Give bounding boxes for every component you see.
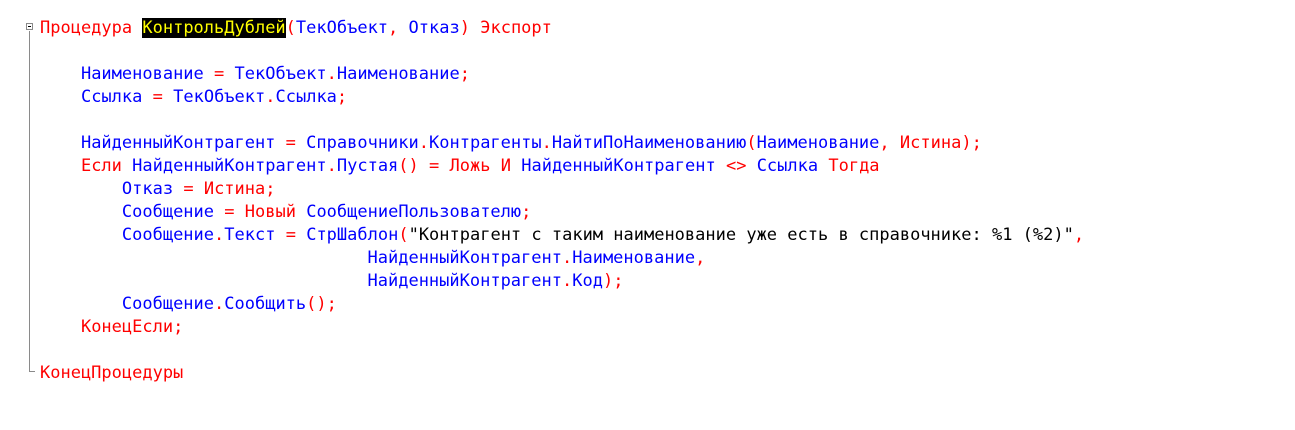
paren-open: ( xyxy=(285,18,296,38)
method-soobshchit: Сообщить xyxy=(224,294,307,314)
fold-end-marker xyxy=(29,371,35,372)
code-line-arg-kod[interactable]: НайденныйКонтрагент.Код); xyxy=(40,271,624,291)
code-line-procedure-header[interactable]: Процедура КонтрольДублей(ТекОбъект, Отка… xyxy=(40,18,552,38)
comma: , xyxy=(695,248,706,268)
keyword-and: И xyxy=(500,156,511,176)
operator-eq: = xyxy=(429,156,440,176)
dot: . xyxy=(265,87,276,107)
method-nayti-po-naimenovaniyu: НайтиПоНаименованию xyxy=(551,133,747,153)
dot: . xyxy=(561,271,573,291)
semicolon: ; xyxy=(971,133,982,153)
param-tekobject: ТекОбъект xyxy=(295,18,389,38)
var-otkaz: Отказ xyxy=(121,179,174,199)
obj-naydenny-kontragent: НайденныйКонтрагент xyxy=(132,156,327,176)
dot: . xyxy=(326,156,337,176)
value-istina: Истина xyxy=(203,179,266,199)
operator-eq: = xyxy=(285,133,296,153)
arg-istina: Истина xyxy=(899,133,962,153)
dot: . xyxy=(214,225,225,245)
parens: () xyxy=(398,156,419,176)
code-line-otkaz[interactable]: Отказ = Истина; xyxy=(40,179,276,199)
code-line-ssylka[interactable]: Ссылка = ТекОбъект.Ссылка; xyxy=(40,87,347,107)
paren-close: ) xyxy=(602,271,614,291)
operator-eq: = xyxy=(285,225,296,245)
dot: . xyxy=(418,133,430,153)
keyword-then: Тогда xyxy=(828,156,880,176)
semicolon: ; xyxy=(336,87,348,107)
keyword-export: Экспорт xyxy=(480,18,552,38)
comma: , xyxy=(879,133,890,153)
comma: , xyxy=(388,18,399,38)
obj-naydenny-kontragent: НайденныйКонтрагент xyxy=(367,271,562,291)
keyword-endif: КонецЕсли xyxy=(80,317,174,337)
dot: . xyxy=(561,248,573,268)
collapse-minus-icon[interactable] xyxy=(26,23,33,30)
keyword-new: Новый xyxy=(244,202,296,222)
type-soobshchenie-polzovatelyu: СообщениеПользователю xyxy=(306,202,522,222)
operator-eq: = xyxy=(152,87,163,107)
code-line-arg-naimenovanie[interactable]: НайденныйКонтрагент.Наименование, xyxy=(40,248,706,268)
operator-neq: <> xyxy=(725,156,747,176)
semicolon: ; xyxy=(521,202,532,222)
keyword-endprocedure: КонецПроцедуры xyxy=(40,363,184,383)
var-naydenny-kontragent: НайденныйКонтрагент xyxy=(80,133,276,153)
fold-guide-line xyxy=(29,31,30,372)
func-str-shablon: СтрШаблон xyxy=(306,225,399,245)
paren-open: ( xyxy=(398,225,409,245)
keyword-procedure: Процедура xyxy=(40,18,133,38)
code-line-endprocedure[interactable]: КонецПроцедуры xyxy=(40,363,183,383)
string-literal: "Контрагент с таким наименование уже ест… xyxy=(408,225,1074,245)
procedure-name-highlighted: КонтрольДублей xyxy=(142,18,286,38)
paren-close: ) xyxy=(961,133,972,153)
code-line-endif[interactable]: КонецЕсли; xyxy=(40,317,183,337)
comma: , xyxy=(1073,225,1085,245)
obj-soobshchenie: Сообщение xyxy=(121,225,215,245)
semicolon: ; xyxy=(173,317,184,337)
var-naimenovanie: Наименование xyxy=(80,64,204,84)
obj-spravochniki: Справочники xyxy=(306,133,419,153)
code-editor[interactable]: Процедура КонтрольДублей(ТекОбъект, Отка… xyxy=(0,0,1295,430)
obj-kontragenty: Контрагенты xyxy=(429,133,542,153)
code-line-if[interactable]: Если НайденныйКонтрагент.Пустая() = Ложь… xyxy=(40,156,880,176)
semicolon: ; xyxy=(265,179,276,199)
param-otkaz: Отказ xyxy=(408,18,460,38)
code-line-message-text[interactable]: Сообщение.Текст = СтрШаблон("Контрагент … xyxy=(40,225,1084,245)
var-ssylka-ref: Ссылка xyxy=(756,156,819,176)
var-ssylka: Ссылка xyxy=(80,87,143,107)
code-line-naimenovanie[interactable]: Наименование = ТекОбъект.Наименование; xyxy=(40,64,470,84)
obj-naydenny-kontragent-2: НайденныйКонтрагент xyxy=(521,156,716,176)
paren-open: ( xyxy=(746,133,757,153)
dot: . xyxy=(326,64,337,84)
operator-eq: = xyxy=(224,202,235,222)
keyword-false: Ложь xyxy=(449,156,491,176)
prop-naimenovanie: Наименование xyxy=(336,64,460,84)
semicolon: ; xyxy=(459,64,470,84)
obj-tekobject: ТекОбъект xyxy=(173,87,266,107)
paren-close: ) xyxy=(459,18,470,38)
method-pustaya: Пустая xyxy=(336,156,399,176)
obj-soobshchenie: Сообщение xyxy=(121,294,215,314)
operator-eq: = xyxy=(183,179,194,199)
code-line-message-send[interactable]: Сообщение.Сообщить(); xyxy=(40,294,337,314)
parens: () xyxy=(306,294,327,314)
operator-eq: = xyxy=(214,64,225,84)
code-line-new-message[interactable]: Сообщение = Новый СообщениеПользователю; xyxy=(40,202,532,222)
obj-tekobject: ТекОбъект xyxy=(234,64,327,84)
prop-kod: Код xyxy=(572,271,603,291)
arg-naimenovanie: Наименование xyxy=(756,133,880,153)
var-soobshchenie: Сообщение xyxy=(121,202,215,222)
keyword-if: Если xyxy=(80,156,122,176)
code-line-find-contragent[interactable]: НайденныйКонтрагент = Справочники.Контра… xyxy=(40,133,982,153)
dot: . xyxy=(541,133,552,153)
prop-naimenovanie: Наименование xyxy=(572,248,696,268)
prop-tekst: Текст xyxy=(224,225,276,245)
gutter xyxy=(0,0,36,430)
prop-ssylka: Ссылка xyxy=(275,87,337,107)
semicolon: ; xyxy=(326,294,337,314)
semicolon: ; xyxy=(613,271,624,291)
obj-naydenny-kontragent: НайденныйКонтрагент xyxy=(367,248,562,268)
dot: . xyxy=(214,294,225,314)
